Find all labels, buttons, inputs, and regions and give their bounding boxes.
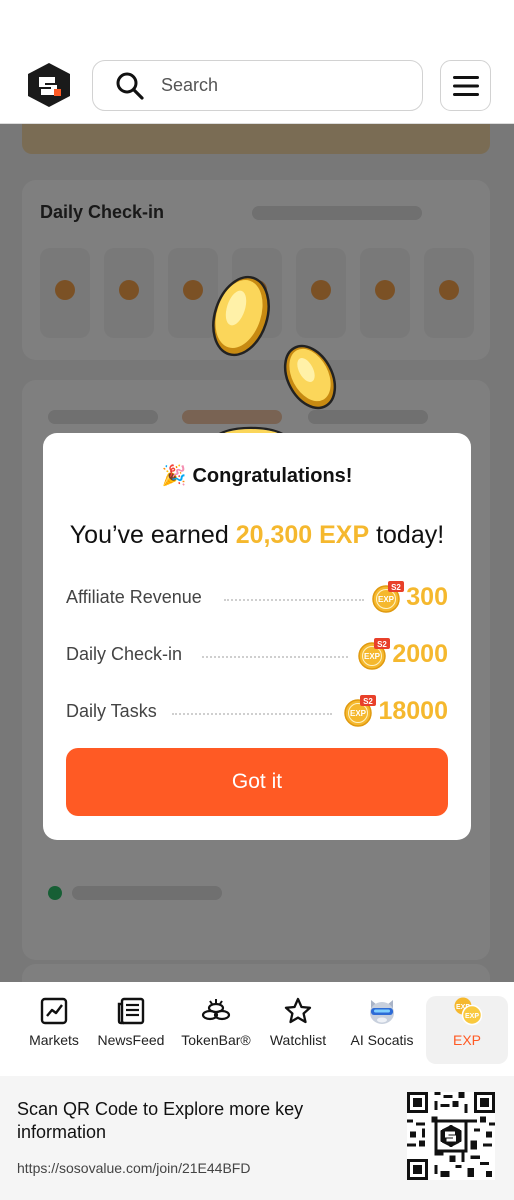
earned-prefix: You’ve earned bbox=[69, 521, 236, 549]
reward-value: EXP S2 2000 bbox=[358, 638, 448, 670]
nav-item-watchlist[interactable]: Watchlist bbox=[258, 996, 338, 1064]
modal-title: 🎉 Congratulations! bbox=[43, 463, 471, 488]
sosovalue-logo[interactable] bbox=[26, 62, 72, 108]
reward-amount: 18000 bbox=[378, 696, 448, 725]
reward-label: Daily Tasks bbox=[66, 701, 157, 721]
search-bar[interactable]: Search bbox=[92, 60, 423, 111]
leader-dots bbox=[202, 656, 348, 658]
nav-label: AI Socatis bbox=[350, 1032, 414, 1048]
congratulations-modal: 🎉 Congratulations! You’ve earned 20,300 E… bbox=[43, 433, 471, 840]
bottom-navigation: Markets NewsFeed TokenBar® Watchlist AI … bbox=[0, 982, 514, 1076]
qr-footer: Scan QR Code to Explore more key informa… bbox=[0, 1076, 514, 1200]
search-placeholder: Search bbox=[161, 75, 219, 95]
chart-icon bbox=[40, 997, 68, 1025]
nav-item-exp[interactable]: EXP EXP EXP bbox=[426, 996, 508, 1064]
reward-amount: 300 bbox=[406, 582, 448, 611]
app-header: Search bbox=[0, 0, 514, 124]
leader-dots bbox=[172, 713, 332, 715]
reward-amount: 2000 bbox=[392, 639, 448, 668]
star-icon bbox=[284, 997, 312, 1024]
party-popper-icon: 🎉 bbox=[161, 465, 187, 487]
nav-item-newsfeed[interactable]: NewsFeed bbox=[91, 996, 171, 1064]
hamburger-icon bbox=[452, 75, 479, 96]
reward-label: Affiliate Revenue bbox=[66, 587, 202, 607]
earned-summary: You’ve earned 20,300 EXP today! bbox=[43, 521, 471, 550]
gold-coin-icon bbox=[212, 275, 270, 357]
earned-suffix: today! bbox=[369, 521, 445, 549]
nav-item-markets[interactable]: Markets bbox=[14, 996, 94, 1064]
leader-dots bbox=[224, 599, 364, 601]
modal-title-text: Congratulations! bbox=[192, 465, 353, 487]
nav-label: Markets bbox=[29, 1032, 79, 1048]
token-icon bbox=[201, 999, 231, 1021]
reward-row-tasks: Daily Tasks EXP S2 18000 bbox=[66, 693, 448, 733]
gold-coin-icon bbox=[283, 344, 337, 410]
earned-amount: 20,300 EXP bbox=[235, 521, 370, 549]
svg-text:S2: S2 bbox=[391, 583, 401, 592]
reward-row-affiliate: Affiliate Revenue EXP S2 300 bbox=[66, 579, 448, 619]
svg-text:EXP: EXP bbox=[364, 652, 381, 661]
nav-label: NewsFeed bbox=[97, 1032, 165, 1048]
exp-coin-icon: EXP EXP bbox=[454, 997, 482, 1026]
qr-code bbox=[407, 1092, 495, 1180]
nav-label: Watchlist bbox=[269, 1032, 327, 1048]
reward-label: Daily Check-in bbox=[66, 644, 183, 664]
svg-text:EXP: EXP bbox=[465, 1013, 479, 1020]
reward-row-checkin: Daily Check-in EXP S2 2000 bbox=[66, 636, 448, 676]
svg-text:S2: S2 bbox=[377, 640, 387, 649]
svg-text:EXP: EXP bbox=[350, 709, 367, 718]
nav-label: TokenBar® bbox=[181, 1032, 251, 1048]
reward-value: EXP S2 300 bbox=[372, 581, 448, 613]
menu-button[interactable] bbox=[440, 60, 491, 111]
cat-avatar-icon bbox=[370, 1000, 394, 1024]
nav-label: EXP bbox=[452, 1032, 481, 1048]
exp-coin-icon: EXP S2 bbox=[372, 581, 405, 613]
reward-value: EXP S2 18000 bbox=[344, 695, 448, 727]
svg-text:EXP: EXP bbox=[378, 595, 395, 604]
nav-item-ai-socatis[interactable]: AI Socatis bbox=[342, 996, 422, 1064]
svg-text:S2: S2 bbox=[364, 697, 374, 706]
got-it-button[interactable]: Got it bbox=[66, 748, 448, 816]
exp-coin-icon: EXP S2 bbox=[358, 638, 391, 670]
referral-url[interactable]: https://sosovalue.com/join/21E44BFD bbox=[17, 1160, 250, 1176]
nav-item-tokenbar[interactable]: TokenBar® bbox=[176, 996, 256, 1064]
qr-title: Scan QR Code to Explore more key informa… bbox=[17, 1099, 304, 1142]
exp-coin-icon: EXP S2 bbox=[344, 695, 377, 727]
newspaper-icon bbox=[117, 997, 145, 1025]
search-icon bbox=[116, 72, 144, 100]
